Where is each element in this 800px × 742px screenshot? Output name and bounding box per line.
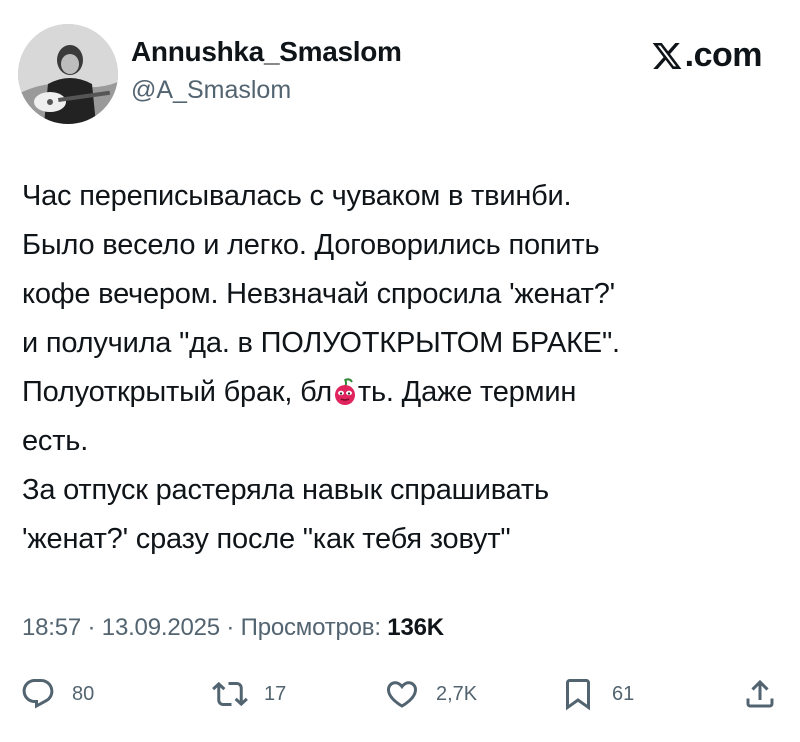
- like-icon: [386, 681, 418, 708]
- repost-button[interactable]: 17: [212, 672, 286, 716]
- tweet-line: 'женат?' сразу после "как тебя зовут": [22, 523, 511, 555]
- tweet-line-part: Полуоткрытый брак, бл: [22, 376, 332, 408]
- tweet-line: Час переписывалась с чуваком в твинби.: [22, 180, 572, 212]
- reply-button[interactable]: 80: [20, 672, 94, 716]
- tweet-line: За отпуск растеряла навык спрашивать: [22, 474, 549, 506]
- reply-count: 80: [72, 682, 95, 705]
- like-count: 2,7K: [436, 682, 478, 705]
- bookmark-button[interactable]: 61: [560, 672, 634, 716]
- cherry-face-emoji-icon: [334, 378, 355, 405]
- reply-icon: [22, 679, 54, 709]
- tweet-line: и получила "да. в ПОЛУОТКРЫТОМ БРАКЕ".: [22, 327, 620, 359]
- bookmark-count: 61: [612, 682, 635, 705]
- brand-label: .com: [684, 36, 763, 74]
- tweet-meta: 18:57 · 13.09.2025 · Просмотров: 136K: [22, 614, 444, 642]
- like-button[interactable]: 2,7K: [384, 672, 477, 716]
- tweet-line: Было весело и легко. Договорились попить: [22, 229, 600, 261]
- repost-count: 17: [264, 682, 287, 705]
- author-display-name[interactable]: Annushka_Smaslom: [131, 36, 402, 68]
- views-count: 136K: [387, 614, 444, 641]
- tweet-date[interactable]: 13.09.2025: [102, 614, 220, 641]
- meta-separator: ·: [87, 614, 102, 641]
- tweet-header: Annushka_Smaslom @A_Smaslom .com: [18, 24, 782, 124]
- x-logo-icon: [652, 42, 682, 69]
- tweet-line: есть.: [22, 425, 89, 457]
- bookmark-icon: [566, 679, 590, 711]
- tweet-actions: 80 17 2,7K 61: [0, 672, 800, 722]
- tweet-line-part: ть. Даже термин: [357, 376, 577, 408]
- avatar[interactable]: [18, 24, 118, 124]
- tweet-text: Час переписывалась с чуваком в твинби. Б…: [22, 172, 782, 564]
- share-button[interactable]: [742, 672, 778, 716]
- meta-separator: ·: [226, 614, 241, 641]
- avatar-photo: [18, 24, 118, 124]
- tweet-time[interactable]: 18:57: [22, 614, 81, 641]
- views-label: Просмотров:: [240, 614, 381, 641]
- author-handle[interactable]: @A_Smaslom: [131, 76, 291, 105]
- share-icon: [746, 679, 774, 708]
- brand-logo: .com: [651, 36, 763, 75]
- tweet-line: Полуоткрытый брак, бл ть. Даже термин: [22, 368, 782, 417]
- tweet-line: кофе вечером. Невзначай спросила 'женат?…: [22, 278, 616, 310]
- repost-icon: [212, 681, 248, 707]
